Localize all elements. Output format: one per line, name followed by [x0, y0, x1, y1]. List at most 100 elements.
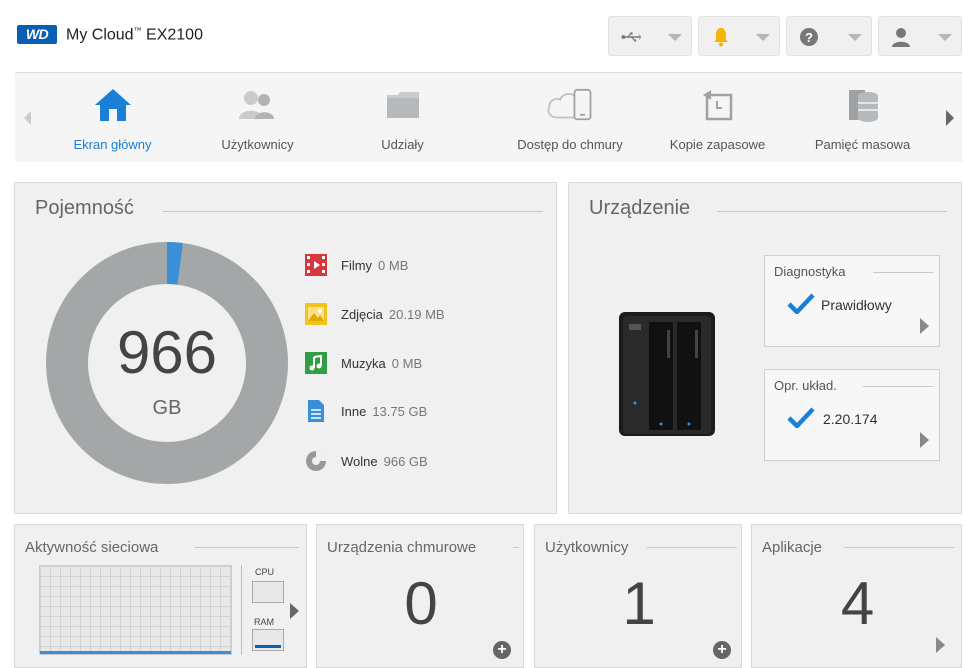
chevron-right-icon — [920, 432, 929, 448]
bell-icon — [711, 27, 731, 47]
firmware-title: Opr. układ. — [774, 378, 837, 393]
divider — [195, 547, 299, 548]
nav-scroll-left[interactable] — [15, 73, 39, 163]
users-panel: Użytkownicy 1 + — [534, 524, 742, 668]
help-button[interactable]: ? — [786, 16, 872, 56]
legend-value: 13.75 GB — [372, 403, 428, 419]
nav-label-users: Użytkownicy — [221, 137, 294, 152]
music-icon — [305, 352, 327, 374]
capacity-panel: Pojemność 966 GB Filmy 0 MB Zdjęcia 20.1… — [14, 182, 557, 514]
check-icon — [787, 406, 815, 433]
ram-meter — [252, 629, 284, 651]
legend-item-free: Wolne 966 GB — [305, 449, 428, 473]
user-icon — [891, 27, 911, 47]
nas-device-image — [615, 308, 719, 440]
storage-icon — [838, 85, 888, 125]
svg-text:?: ? — [805, 30, 813, 45]
chevron-down-icon — [848, 34, 862, 41]
chevron-right-icon — [920, 318, 929, 334]
apps-count: 4 — [840, 570, 875, 637]
home-icon — [88, 85, 138, 125]
chevron-right-icon[interactable] — [290, 603, 299, 619]
diagnostics-card[interactable]: Diagnostyka Prawidłowy — [764, 255, 940, 347]
chevron-right-icon[interactable] — [936, 637, 945, 653]
users-icon — [233, 85, 283, 125]
usb-button[interactable] — [608, 16, 692, 56]
add-user-button[interactable]: + — [713, 641, 731, 659]
chevron-down-icon — [756, 34, 770, 41]
main-nav: Ekran główny Użytkownicy Udziały Dostęp … — [15, 72, 962, 162]
capacity-unit: GB — [152, 397, 182, 419]
cpu-meter — [252, 581, 284, 603]
legend-label: Zdjęcia — [341, 306, 383, 322]
nav-label-storage: Pamięć masowa — [814, 137, 911, 152]
chevron-down-icon — [938, 34, 952, 41]
product-title: My Cloud™ EX2100 — [66, 26, 203, 44]
wd-logo: WD — [17, 25, 57, 44]
nav-label-cloud-access: Dostęp do chmury — [517, 137, 623, 152]
cloud-devices-count: 0 — [404, 570, 438, 637]
network-title: Aktywność sieciowa — [25, 539, 159, 556]
nav-item-users[interactable]: Użytkownicy — [185, 73, 330, 163]
legend-item-music: Muzyka 0 MB — [305, 351, 422, 375]
folder-icon — [378, 85, 428, 125]
diagnostics-status: Prawidłowy — [821, 297, 892, 313]
cloud-device-icon — [545, 85, 595, 125]
divider — [863, 386, 933, 387]
nav-item-cloud-access[interactable]: Dostęp do chmury — [495, 73, 645, 163]
cloud-devices-panel: Urządzenia chmurowe 0 + — [316, 524, 524, 668]
document-icon — [305, 400, 327, 422]
pie-icon — [305, 450, 327, 472]
device-title: Urządzenie — [589, 197, 691, 219]
legend-value: 20.19 MB — [388, 306, 445, 322]
legend-value: 0 MB — [391, 355, 423, 371]
add-cloud-device-button[interactable]: + — [493, 641, 511, 659]
apps-panel: Aplikacje 4 — [751, 524, 962, 668]
legend-item-movies: Filmy 0 MB — [305, 253, 408, 277]
legend-label: Muzyka — [341, 355, 386, 371]
nav-item-shares[interactable]: Udziały — [330, 73, 475, 163]
network-activity-graph — [39, 565, 232, 655]
nav-scroll-right[interactable] — [938, 73, 962, 163]
check-icon — [787, 292, 815, 319]
users-title: Użytkownicy — [545, 539, 629, 556]
chevron-left-icon — [23, 111, 31, 125]
nav-label-home: Ekran główny — [73, 137, 152, 152]
legend-item-photos: Zdjęcia 20.19 MB — [305, 302, 445, 326]
chevron-right-icon — [946, 110, 954, 126]
legend-value: 966 GB — [383, 453, 428, 469]
legend-label: Inne — [341, 403, 367, 419]
divider — [647, 547, 737, 548]
dashboard: WD My Cloud™ EX2100 ? Ekran główny Użytk… — [0, 0, 964, 668]
divider — [241, 565, 242, 655]
ram-label: RAM — [254, 617, 274, 627]
user-menu-button[interactable] — [878, 16, 962, 56]
divider — [163, 211, 543, 212]
nav-item-storage[interactable]: Pamięć masowa — [790, 73, 935, 163]
nav-label-backups: Kopie zapasowe — [669, 137, 766, 152]
users-count: 1 — [622, 570, 656, 637]
donut-used-segment — [166, 242, 183, 285]
network-activity-line — [40, 651, 231, 654]
film-icon — [305, 254, 327, 276]
divider — [513, 547, 519, 548]
trademark-mark: ™ — [133, 26, 142, 35]
firmware-version: 2.20.174 — [823, 411, 878, 427]
help-icon: ? — [799, 27, 819, 47]
backup-icon — [693, 85, 743, 125]
ram-meter-fill — [255, 645, 281, 648]
divider — [844, 547, 954, 548]
nav-item-backups[interactable]: Kopie zapasowe — [645, 73, 790, 163]
firmware-card[interactable]: Opr. układ. 2.20.174 — [764, 369, 940, 461]
product-name: My Cloud — [66, 26, 134, 44]
usb-icon — [621, 27, 641, 47]
legend-value: 0 MB — [378, 257, 409, 273]
capacity-title: Pojemność — [35, 197, 134, 219]
header: WD My Cloud™ EX2100 ? — [0, 0, 964, 64]
cloud-devices-title: Urządzenia chmurowe — [327, 539, 477, 556]
notifications-button[interactable] — [698, 16, 780, 56]
nav-item-home[interactable]: Ekran główny — [40, 73, 185, 163]
legend-label: Filmy — [341, 257, 373, 273]
legend-item-other: Inne 13.75 GB — [305, 399, 427, 423]
network-activity-panel: Aktywność sieciowa CPU RAM — [14, 524, 307, 668]
